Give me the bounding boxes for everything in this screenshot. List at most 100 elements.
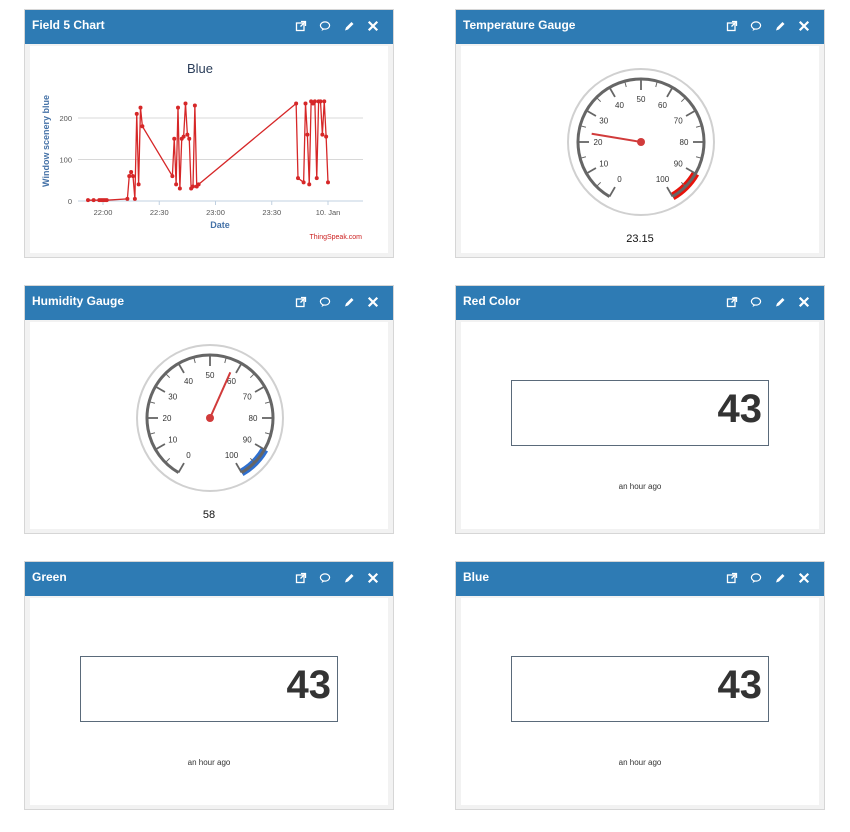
widget-title: Field 5 Chart bbox=[32, 18, 105, 32]
close-icon[interactable] bbox=[798, 20, 810, 32]
pencil-icon[interactable] bbox=[774, 296, 786, 308]
widget-toolbar bbox=[295, 572, 379, 584]
close-icon[interactable] bbox=[367, 572, 379, 584]
humidity-gauge: 0102030405060708090100 bbox=[136, 344, 284, 492]
widget-red-color: Red Color 43 an hour ago bbox=[455, 285, 825, 534]
widget-title: Blue bbox=[463, 570, 490, 584]
widget-toolbar bbox=[726, 296, 810, 308]
gauge-tick-label: 70 bbox=[243, 393, 252, 402]
pencil-icon[interactable] bbox=[343, 572, 355, 584]
widget-header: Temperature Gauge bbox=[456, 10, 824, 44]
widget-title: Green bbox=[32, 570, 67, 584]
external-link-icon[interactable] bbox=[295, 572, 307, 584]
numeric-value: 43 bbox=[717, 663, 763, 707]
data-point bbox=[181, 134, 186, 139]
last-updated-text: an hour ago bbox=[618, 482, 662, 491]
gauge-tick-label: 40 bbox=[184, 377, 193, 386]
widget-toolbar bbox=[295, 20, 379, 32]
data-point bbox=[196, 182, 201, 187]
gauge-tick-label: 30 bbox=[168, 393, 177, 402]
numeric-display: 43 bbox=[80, 656, 338, 722]
widget-header: Field 5 Chart bbox=[25, 10, 393, 44]
external-link-icon[interactable] bbox=[295, 20, 307, 32]
widget-header: Green bbox=[25, 562, 393, 596]
pencil-icon[interactable] bbox=[774, 572, 786, 584]
pencil-icon[interactable] bbox=[774, 20, 786, 32]
close-icon[interactable] bbox=[798, 296, 810, 308]
close-icon[interactable] bbox=[367, 296, 379, 308]
data-point bbox=[320, 132, 325, 137]
widget-green: Green 43 an hour ago bbox=[24, 561, 394, 810]
gauge-tick-label: 10 bbox=[168, 436, 177, 445]
x-tick-label: 10. Jan bbox=[316, 208, 341, 217]
y-tick-label: 200 bbox=[59, 114, 72, 123]
external-link-icon[interactable] bbox=[726, 296, 738, 308]
close-icon[interactable] bbox=[798, 572, 810, 584]
data-point bbox=[314, 176, 319, 181]
data-point bbox=[140, 124, 145, 129]
data-point bbox=[322, 99, 327, 104]
data-point bbox=[91, 198, 96, 203]
data-point bbox=[174, 182, 179, 187]
data-point bbox=[296, 176, 300, 181]
close-icon[interactable] bbox=[367, 20, 379, 32]
gauge-tick-label: 10 bbox=[599, 160, 608, 169]
gauge-tick-label: 80 bbox=[680, 138, 689, 147]
data-point bbox=[185, 132, 190, 137]
widget-title: Red Color bbox=[463, 294, 521, 308]
line-chart: Blue Window scenery blue Date ThingSpeak… bbox=[41, 61, 363, 241]
gauge-tick-label: 0 bbox=[186, 451, 191, 460]
gauge-tick-label: 90 bbox=[674, 160, 683, 169]
gauge-tick-label: 100 bbox=[225, 451, 239, 460]
widget-field5-chart: Field 5 Chart Blue Window scenery blue D… bbox=[24, 9, 394, 258]
external-link-icon[interactable] bbox=[726, 572, 738, 584]
widget-blue: Blue 43 an hour ago bbox=[455, 561, 825, 810]
widget-body: 0 10 20 30 40 50 60 70 80 90 100 23.15 bbox=[461, 46, 819, 253]
widget-body: 43 an hour ago bbox=[461, 598, 819, 805]
pencil-icon[interactable] bbox=[343, 20, 355, 32]
gauge-tick-label: 80 bbox=[249, 414, 258, 423]
comment-icon[interactable] bbox=[750, 20, 762, 32]
data-point bbox=[294, 101, 299, 106]
data-point bbox=[125, 196, 130, 201]
gauge-tick-label: 60 bbox=[658, 101, 667, 110]
data-point bbox=[183, 101, 188, 106]
comment-icon[interactable] bbox=[319, 20, 331, 32]
x-axis-label: Date bbox=[210, 220, 230, 230]
data-point bbox=[136, 182, 141, 187]
data-point bbox=[131, 174, 135, 179]
widget-header: Blue bbox=[456, 562, 824, 596]
y-tick-label: 0 bbox=[68, 197, 72, 206]
data-point bbox=[104, 198, 109, 203]
pencil-icon[interactable] bbox=[343, 296, 355, 308]
chart-credit: ThingSpeak.com bbox=[309, 234, 362, 241]
widget-body: 0 10 20 30 40 50 60 70 80 90 100 58 bbox=[30, 322, 388, 529]
gauge-value: 58 bbox=[202, 509, 216, 521]
gauge-tick-label: 70 bbox=[674, 117, 683, 126]
gauge-tick-label: 50 bbox=[637, 95, 646, 104]
comment-icon[interactable] bbox=[750, 296, 762, 308]
data-point bbox=[303, 101, 308, 106]
data-point bbox=[307, 182, 312, 187]
gauge-pivot bbox=[206, 414, 214, 422]
comment-icon[interactable] bbox=[319, 572, 331, 584]
temperature-gauge: 0 10 20 30 40 50 60 70 80 90 100 bbox=[567, 68, 715, 216]
data-point bbox=[86, 198, 90, 203]
widget-body: 43 an hour ago bbox=[30, 598, 388, 805]
gauge-tick-label: 100 bbox=[656, 175, 670, 184]
x-tick-label: 23:30 bbox=[262, 208, 281, 217]
gauge-value: 23.15 bbox=[626, 233, 654, 245]
data-point bbox=[172, 136, 177, 141]
external-link-icon[interactable] bbox=[295, 296, 307, 308]
y-tick-label: 100 bbox=[59, 156, 72, 165]
data-point bbox=[187, 136, 192, 141]
data-point bbox=[170, 174, 175, 179]
widget-header: Red Color bbox=[456, 286, 824, 320]
external-link-icon[interactable] bbox=[726, 20, 738, 32]
data-point bbox=[127, 174, 132, 179]
comment-icon[interactable] bbox=[750, 572, 762, 584]
numeric-display: 43 bbox=[511, 656, 769, 722]
gauge-tick-label: 90 bbox=[243, 436, 252, 445]
comment-icon[interactable] bbox=[319, 296, 331, 308]
numeric-value: 43 bbox=[717, 387, 763, 431]
